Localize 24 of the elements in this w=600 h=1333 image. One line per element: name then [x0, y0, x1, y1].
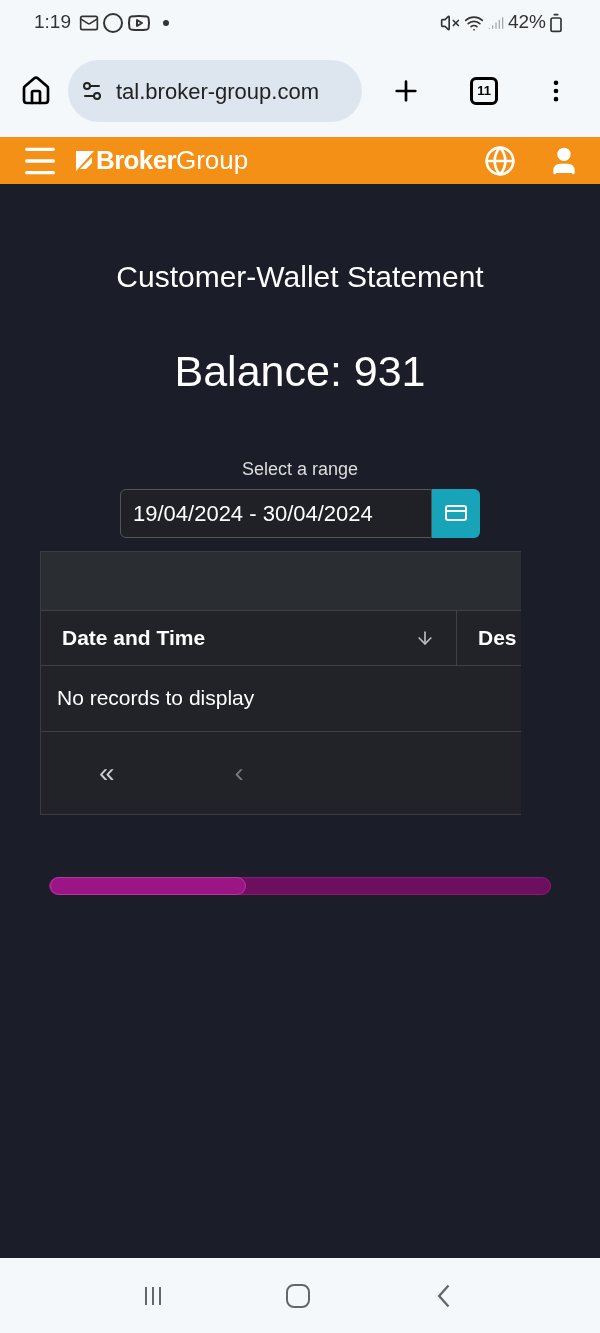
home-icon[interactable] — [20, 75, 52, 107]
range-label: Select a range — [241, 457, 359, 481]
mute-icon — [439, 12, 460, 33]
horizontal-scrollbar[interactable] — [49, 876, 551, 895]
status-time: 1:19 — [34, 10, 71, 35]
logo-text: Group — [175, 144, 249, 177]
calendar-button[interactable] — [432, 488, 480, 538]
page-title: Customer-Wallet Statement — [116, 259, 484, 295]
column-header[interactable]: Date and Time — [41, 610, 457, 665]
balance-text: Balance: 931 — [174, 346, 426, 397]
site-settings-icon[interactable] — [80, 79, 104, 103]
battery-percent: 42% — [507, 10, 546, 35]
column-header[interactable]: Des — [457, 610, 521, 665]
empty-message: No records to display — [57, 685, 255, 712]
address-bar[interactable]: tal.broker-group.com — [68, 60, 362, 122]
logo-text: Broker — [96, 144, 176, 177]
tab-count-button[interactable]: 11 — [470, 77, 498, 105]
home-button[interactable] — [286, 1283, 310, 1308]
signal-icon — [487, 14, 504, 31]
url-text: tal.broker-group.com — [116, 77, 319, 106]
scrollbar-thumb[interactable] — [50, 876, 246, 895]
date-range-field[interactable]: 19/04/2024 - 30/04/2024 — [120, 488, 432, 538]
pager-button[interactable]: « — [99, 751, 115, 794]
pager-button[interactable]: ‹ — [234, 751, 244, 794]
